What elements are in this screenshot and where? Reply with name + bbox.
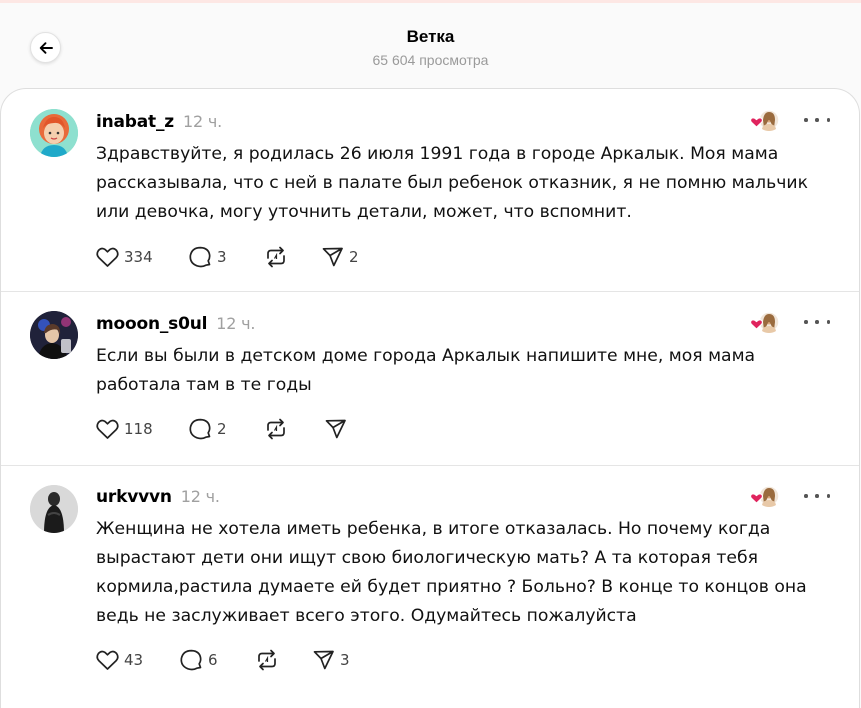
more-button[interactable] xyxy=(804,110,830,130)
send-icon xyxy=(322,247,343,267)
liked-by-author-indicator xyxy=(749,109,781,133)
reply-button[interactable]: 6 xyxy=(178,647,218,673)
reply-count: 2 xyxy=(217,420,227,438)
comment-icon xyxy=(180,649,202,671)
avatar[interactable] xyxy=(30,109,78,157)
post-time: 12 ч. xyxy=(180,487,220,506)
like-count: 118 xyxy=(124,420,153,438)
reply-button[interactable]: 3 xyxy=(187,244,227,270)
username[interactable]: inabat_z xyxy=(96,112,174,132)
more-button[interactable] xyxy=(804,486,830,506)
post-2: mooon_s0ul 12 ч. Если вы были в детском д… xyxy=(1,292,859,465)
like-button[interactable]: 118 xyxy=(95,416,153,442)
like-count: 43 xyxy=(124,651,144,669)
repost-button[interactable] xyxy=(255,647,279,673)
liked-by-author-icon xyxy=(750,485,780,507)
liked-by-author-indicator xyxy=(749,311,781,335)
post-text: Женщина не хотела иметь ребенка, в итоге… xyxy=(96,519,807,626)
share-button[interactable]: 3 xyxy=(312,647,350,673)
share-button[interactable] xyxy=(324,416,352,442)
share-count: 3 xyxy=(340,651,350,669)
repost-icon xyxy=(267,246,285,268)
more-icon xyxy=(804,320,808,324)
like-button[interactable]: 334 xyxy=(95,244,153,270)
repost-button[interactable] xyxy=(264,244,288,270)
post-text: Если вы были в детском доме города Аркал… xyxy=(96,346,756,395)
more-button[interactable] xyxy=(804,312,830,332)
comment-icon xyxy=(189,246,211,268)
like-count: 334 xyxy=(124,248,153,266)
post-author[interactable]: urkvvvn 12 ч. xyxy=(96,487,220,507)
post-author[interactable]: mooon_s0ul 12 ч. xyxy=(96,314,255,334)
username[interactable]: urkvvvn xyxy=(96,487,172,507)
avatar[interactable] xyxy=(30,311,78,359)
reply-count: 6 xyxy=(208,651,218,669)
liked-by-author-icon xyxy=(750,109,780,131)
view-count: 65 604 просмотра xyxy=(372,52,489,68)
more-icon xyxy=(804,118,808,122)
liked-by-author-icon xyxy=(750,311,780,333)
reply-count: 3 xyxy=(217,248,227,266)
heart-icon xyxy=(96,650,119,670)
post-time: 12 ч. xyxy=(182,112,222,131)
username[interactable]: mooon_s0ul xyxy=(96,314,207,334)
repost-icon xyxy=(258,649,276,671)
avatar[interactable] xyxy=(30,485,78,533)
share-count: 2 xyxy=(349,248,359,266)
comment-icon xyxy=(189,418,211,440)
repost-icon xyxy=(267,418,285,440)
share-button[interactable]: 2 xyxy=(321,244,359,270)
liked-by-author-indicator xyxy=(749,485,781,509)
page-title: Ветка xyxy=(406,27,455,46)
heart-icon xyxy=(96,419,119,439)
repost-button[interactable] xyxy=(264,416,288,442)
post-time: 12 ч. xyxy=(216,314,256,333)
post-1: inabat_z 12 ч. Здравствуйте, я родилась 2… xyxy=(1,89,859,291)
more-icon xyxy=(804,494,808,498)
thread-header: Ветка 65 604 просмотра xyxy=(0,3,861,88)
post-3: urkvvvn 12 ч. Женщина не хотела иметь реб… xyxy=(1,466,859,696)
heart-icon xyxy=(96,247,119,267)
post-author[interactable]: inabat_z 12 ч. xyxy=(96,112,222,132)
send-icon xyxy=(313,650,334,670)
send-icon xyxy=(325,419,346,439)
post-text: Здравствуйте, я родилась 26 июля 1991 го… xyxy=(96,144,808,222)
thread-card: inabat_z 12 ч. Здравствуйте, я родилась 2… xyxy=(0,88,860,708)
like-button[interactable]: 43 xyxy=(95,647,143,673)
reply-button[interactable]: 2 xyxy=(187,416,227,442)
